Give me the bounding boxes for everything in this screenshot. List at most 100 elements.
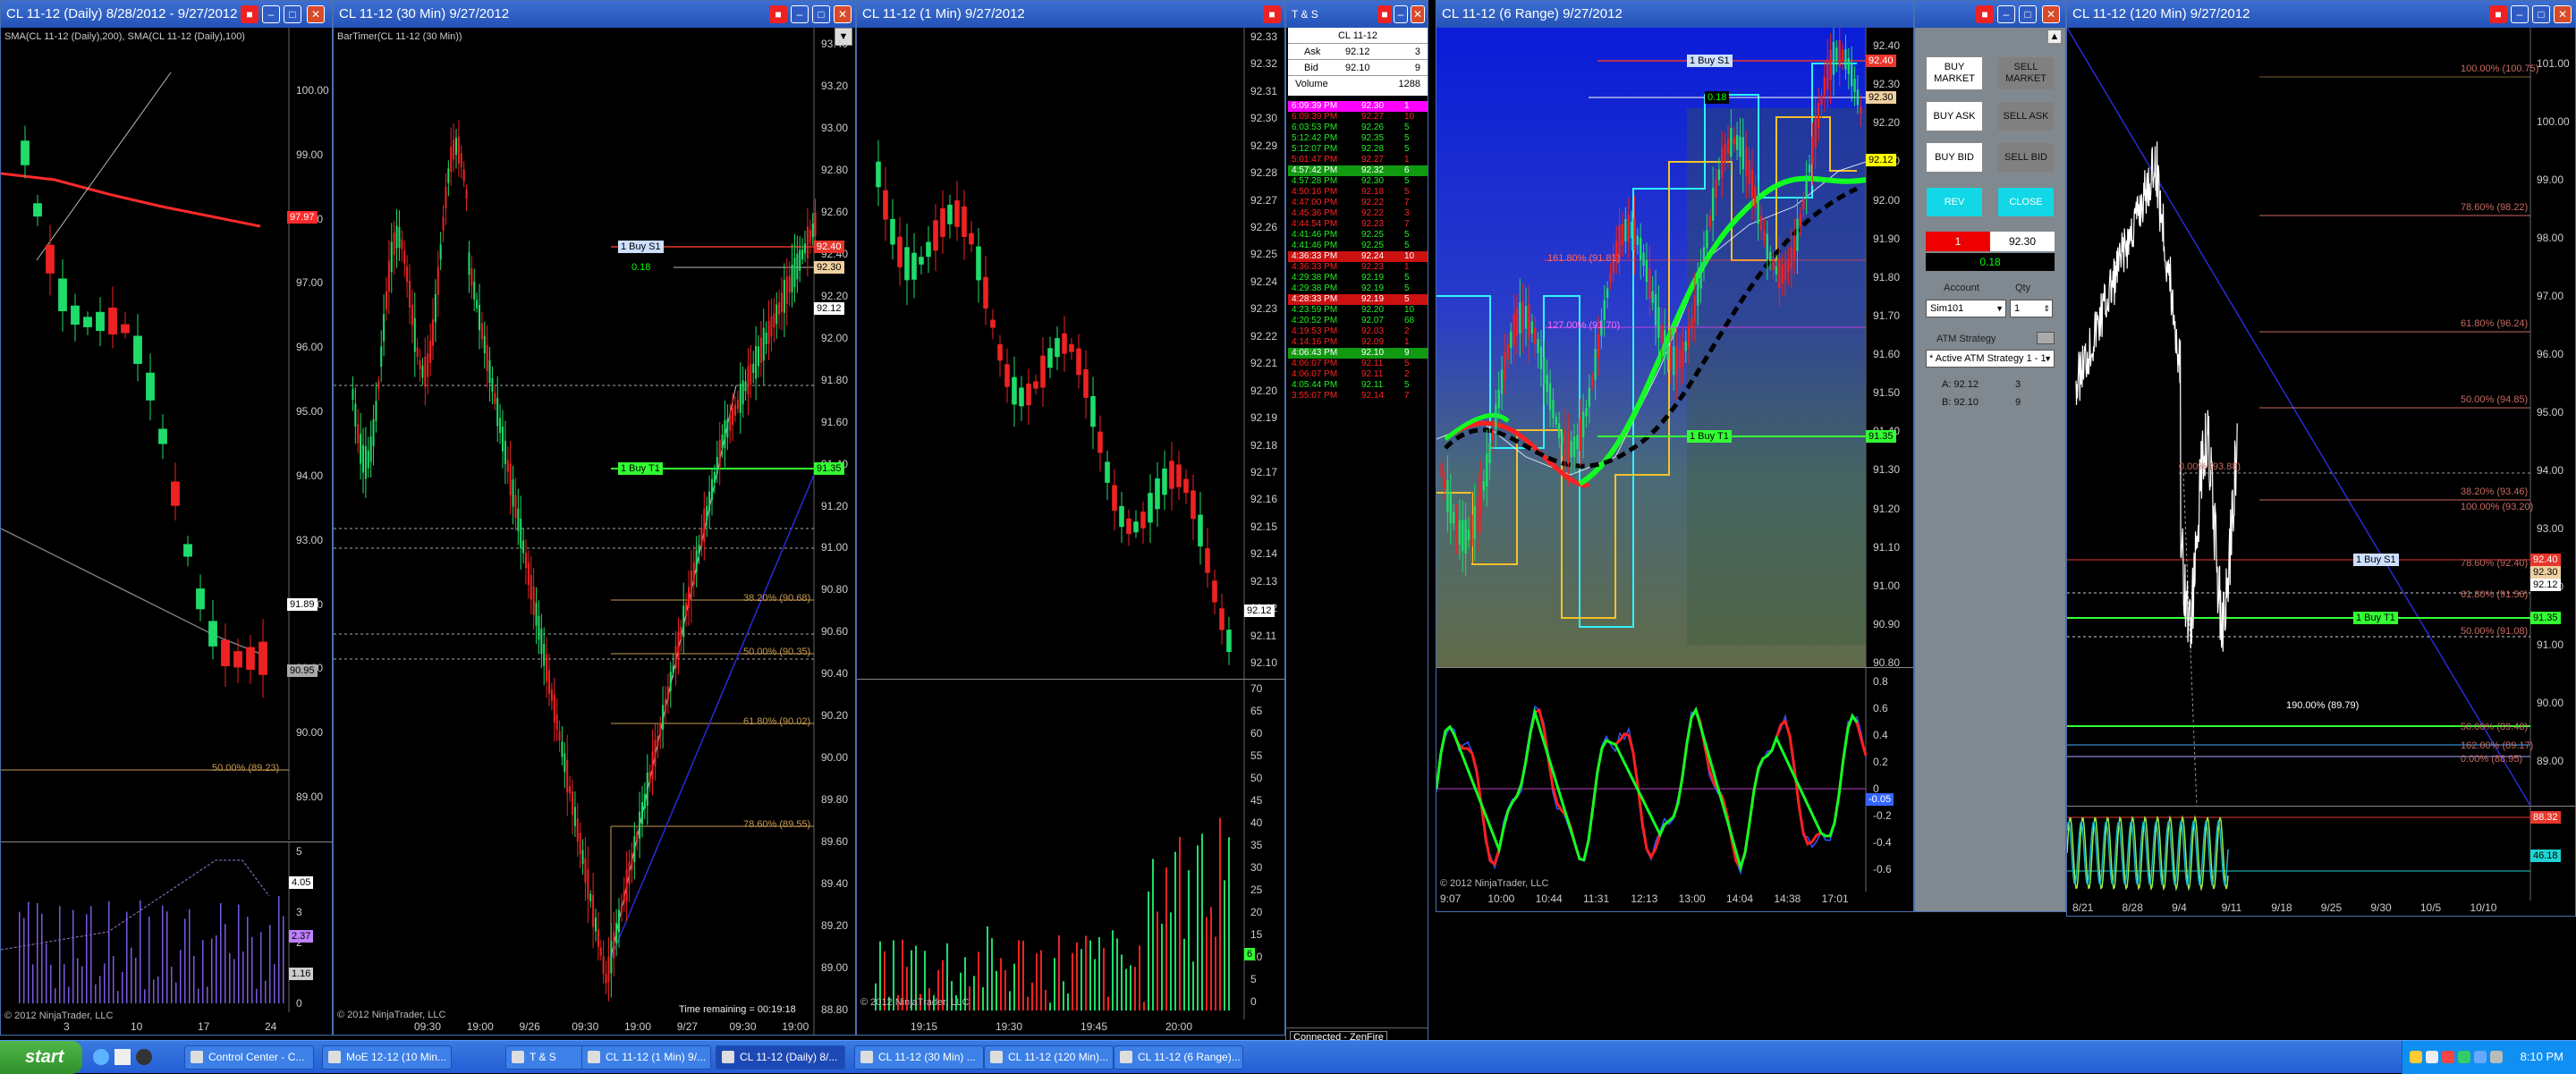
atm-dropdown-icon[interactable]: ▼ <box>2044 351 2052 367</box>
m1-link-icon[interactable]: ■ <box>1263 5 1281 23</box>
m120-buy-target-order[interactable]: 1 Buy T1 <box>2353 612 2398 624</box>
ts-trade-row[interactable]: 4:29:38 PM 92.19 5 <box>1288 283 1428 294</box>
qty-stepper[interactable]: 1 ⇕ <box>2010 300 2053 317</box>
m120-minimize-icon[interactable]: – <box>2511 5 2529 23</box>
m120-chart-window[interactable]: CL 11-12 (120 Min) 9/27/2012 ■ – □ ✕ 101… <box>2066 0 2576 917</box>
sell-market-button[interactable]: SELL MARKET <box>1997 56 2055 90</box>
m120-close-icon[interactable]: ✕ <box>2554 5 2572 23</box>
daily-title-bar[interactable]: CL 11-12 (Daily) 8/28/2012 - 9/27/2012 ■… <box>1 1 332 28</box>
ts-close-icon[interactable]: ✕ <box>1411 5 1425 23</box>
ts-trade-row[interactable]: 4:44:54 PM 92.23 7 <box>1288 219 1428 230</box>
ts-trade-row[interactable]: 4:28:33 PM 92.19 5 <box>1288 294 1428 305</box>
order-maximize-icon[interactable]: □ <box>2019 5 2037 23</box>
m30-chart-window[interactable]: CL 11-12 (30 Min) 9/27/2012 ■ – □ ✕ BarT… <box>333 0 856 1036</box>
range-chart-window[interactable]: CL 11-12 (6 Range) 9/27/2012 92.40 92.30… <box>1436 0 1914 912</box>
ts-trade-row[interactable]: 5:12:07 PM 92.28 5 <box>1288 144 1428 155</box>
quick-launch-app-icon[interactable] <box>136 1049 152 1065</box>
ts-window[interactable]: T & S ■ – ✕ CL 11-12 Ask 92.12 3 Bid 92.… <box>1285 0 1428 1046</box>
taskbar-window-button[interactable]: MoE 12-12 (10 Min... <box>322 1045 452 1070</box>
daily-maximize-icon[interactable]: □ <box>284 5 301 23</box>
daily-price-pane[interactable]: SMA(CL 11-12 (Daily),200), SMA(CL 11-12 … <box>1 28 332 840</box>
ts-trade-row[interactable]: 6:03:53 PM 92.26 5 <box>1288 123 1428 133</box>
ts-minimize-icon[interactable]: – <box>1394 5 1408 23</box>
taskbar-window-button[interactable]: CL 11-12 (120 Min)... <box>984 1045 1114 1070</box>
sell-ask-button[interactable]: SELL ASK <box>1997 101 2055 131</box>
account-dropdown-icon[interactable]: ▼ <box>1996 300 2004 317</box>
ts-trade-row[interactable]: 6:09:39 PM 92.27 10 <box>1288 112 1428 123</box>
m30-buy-target-order[interactable]: 1 Buy T1 <box>618 462 663 475</box>
daily-link-icon[interactable]: ■ <box>241 5 258 23</box>
close-position-button[interactable]: CLOSE <box>1997 187 2055 217</box>
taskbar-window-button[interactable]: CL 11-12 (6 Range)... <box>1114 1045 1243 1070</box>
ts-trade-row[interactable]: 4:14:16 PM 92.09 1 <box>1288 337 1428 348</box>
ts-trade-row[interactable]: 4:06:43 PM 92.10 9 <box>1288 348 1428 359</box>
ts-trade-row[interactable]: 4:41:46 PM 92.25 5 <box>1288 241 1428 251</box>
printer-icon[interactable] <box>2490 1051 2503 1063</box>
ts-trade-row[interactable]: 4:36:33 PM 92.23 1 <box>1288 262 1428 273</box>
ts-trade-row[interactable]: 3:55:07 PM 92.14 7 <box>1288 391 1428 402</box>
chat-icon[interactable] <box>2474 1051 2487 1063</box>
ts-trade-row[interactable]: 4:19:53 PM 92.03 2 <box>1288 326 1428 337</box>
taskbar-window-button[interactable]: Control Center - C... <box>184 1045 314 1070</box>
ts-trade-row[interactable]: 4:41:46 PM 92.25 5 <box>1288 230 1428 241</box>
m120-price-pane[interactable]: 101.00 100.00 99.00 98.00 97.00 96.00 95.00 94.… <box>2067 28 2575 806</box>
m120-osc-pane[interactable]: 88.32 46.18 <box>2067 806 2575 901</box>
m30-price-pane[interactable]: BarTimer(CL 11-12 (30 Min)) ▼ 93.40 93.20… <box>334 28 855 1035</box>
ts-trade-row[interactable]: 4:05:44 PM 92.11 5 <box>1288 380 1428 391</box>
reverse-button[interactable]: REV <box>1926 187 1983 217</box>
ts-trade-row[interactable]: 4:57:42 PM 92.32 6 <box>1288 165 1428 176</box>
order-minimize-icon[interactable]: – <box>1997 5 2015 23</box>
ts-trade-row[interactable]: 4:50:16 PM 92.18 5 <box>1288 187 1428 198</box>
range-price-pane[interactable]: 92.4092.3092.2092.1092.0091.9091.8091.70… <box>1436 28 1913 669</box>
range-title-bar[interactable]: CL 11-12 (6 Range) 9/27/2012 <box>1436 1 1913 28</box>
atm-settings-icon[interactable] <box>2037 332 2055 344</box>
security-icon[interactable] <box>2442 1051 2454 1063</box>
ts-trade-row[interactable]: 4:06:07 PM 92.11 2 <box>1288 369 1428 380</box>
order-close-icon[interactable]: ✕ <box>2042 5 2060 23</box>
order-title-bar[interactable]: ■ – □ ✕ <box>1915 1 2065 28</box>
ts-trade-row[interactable]: 4:47:00 PM 92.22 7 <box>1288 198 1428 208</box>
range-buy-stop-order[interactable]: 1 Buy S1 <box>1687 55 1733 67</box>
atm-strategy-select[interactable]: * Active ATM Strategy 1 - 1 ▼ <box>1926 350 2055 368</box>
m120-maximize-icon[interactable]: □ <box>2532 5 2550 23</box>
m1-title-bar[interactable]: CL 11-12 (1 Min) 9/27/2012 ■ <box>857 1 1284 28</box>
buy-market-button[interactable]: BUY MARKET <box>1926 56 1983 90</box>
range-osc-pane[interactable]: 0.8 0.6 0.4 0.2 0 -0.2 -0.4 -0.6 -0.05 © 2012 N… <box>1436 667 1913 892</box>
ts-trade-row[interactable]: 4:29:38 PM 92.19 5 <box>1288 273 1428 283</box>
ts-link-icon[interactable]: ■ <box>1377 5 1392 23</box>
ts-trade-row[interactable]: 4:06:07 PM 92.11 5 <box>1288 359 1428 369</box>
update-icon[interactable] <box>2458 1051 2470 1063</box>
m1-volume-pane[interactable]: 70 65 60 55 50 45 40 35 30 25 20 15 10 5 0 6 © 2012 Ni… <box>857 679 1284 1019</box>
m30-title-bar[interactable]: CL 11-12 (30 Min) 9/27/2012 ■ – □ ✕ <box>334 1 855 28</box>
buy-ask-button[interactable]: BUY ASK <box>1926 101 1983 131</box>
ts-trade-row[interactable]: 4:23:59 PM 92.20 10 <box>1288 305 1428 316</box>
sell-bid-button[interactable]: SELL BID <box>1997 142 2055 173</box>
order-link-icon[interactable]: ■ <box>1976 5 1994 23</box>
quick-launch-desktop-icon[interactable] <box>114 1049 131 1065</box>
taskbar-window-button[interactable]: CL 11-12 (30 Min) ... <box>854 1045 984 1070</box>
ts-title-bar[interactable]: T & S ■ – ✕ <box>1286 1 1428 28</box>
qty-spin-icon[interactable]: ⇕ <box>2043 300 2050 317</box>
daily-close-icon[interactable]: ✕ <box>307 5 325 23</box>
ts-trade-row[interactable]: 4:36:33 PM 92.24 10 <box>1288 251 1428 262</box>
start-button[interactable]: start <box>0 1041 82 1074</box>
ts-trade-row[interactable]: 5:12:42 PM 92.35 5 <box>1288 133 1428 144</box>
m30-close-icon[interactable]: ✕ <box>834 5 852 23</box>
m120-buy-stop-order[interactable]: 1 Buy S1 <box>2353 554 2399 566</box>
taskbar-window-button[interactable]: CL 11-12 (Daily) 8/... <box>716 1045 845 1070</box>
m30-buy-stop-order[interactable]: 1 Buy S1 <box>618 241 664 253</box>
ts-trade-row[interactable]: 6:09:39 PM 92.30 1 <box>1288 101 1428 112</box>
m1-chart-window[interactable]: CL 11-12 (1 Min) 9/27/2012 ■ 92.33 92.32 9… <box>856 0 1285 1036</box>
daily-lower-pane[interactable]: 543210 4.05 2.37 1.16 © 2012 NinjaTrader… <box>1 841 332 1021</box>
ts-trade-row[interactable]: 4:57:28 PM 92.30 5 <box>1288 176 1428 187</box>
ts-trade-row[interactable]: 4:45:36 PM 92.22 3 <box>1288 208 1428 219</box>
taskbar-window-button[interactable]: CL 11-12 (1 Min) 9/... <box>581 1045 711 1070</box>
network-icon[interactable] <box>2410 1051 2422 1063</box>
m30-minimize-icon[interactable]: – <box>791 5 809 23</box>
volume-icon[interactable] <box>2426 1051 2438 1063</box>
daily-minimize-icon[interactable]: – <box>262 5 280 23</box>
order-scroll-up-icon[interactable]: ▲ <box>2047 30 2062 44</box>
order-panel-window[interactable]: ■ – □ ✕ ▲ BUY MARKET SELL MARKET BUY ASK… <box>1914 0 2066 912</box>
m120-link-icon[interactable]: ■ <box>2489 5 2507 23</box>
daily-chart-window[interactable]: CL 11-12 (Daily) 8/28/2012 - 9/27/2012 ■… <box>0 0 333 1036</box>
